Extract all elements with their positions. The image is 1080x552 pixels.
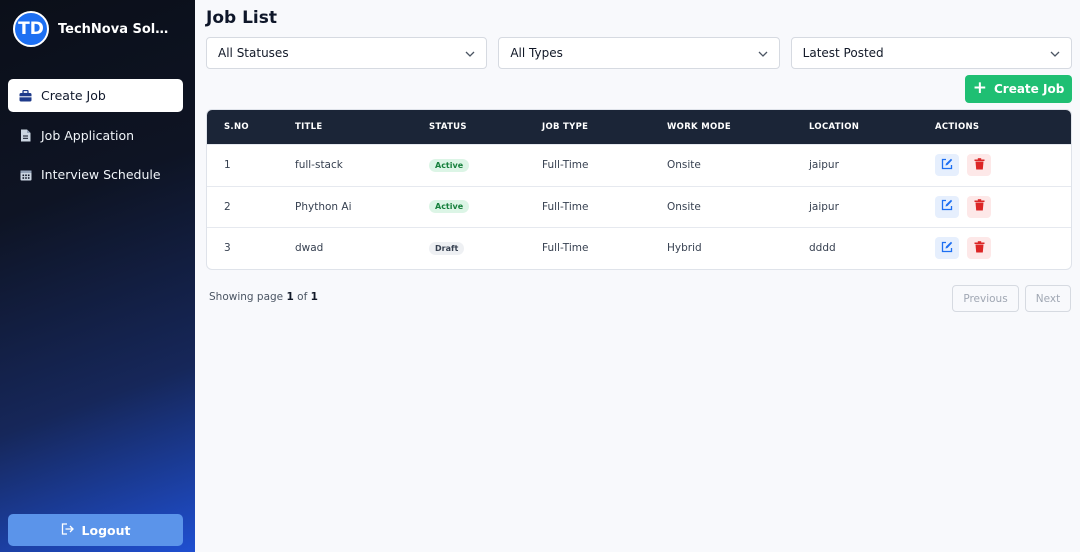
table-row: 2 Phython Ai Active Full-Time Onsite jai… <box>207 185 1071 228</box>
edit-button[interactable] <box>935 237 959 260</box>
col-header-location: LOCATION <box>809 122 860 132</box>
brand-logo: TD <box>13 11 49 47</box>
sidebar-item-job-application[interactable]: Job Application <box>8 119 183 152</box>
plus-icon: + <box>972 78 987 98</box>
type-filter-select[interactable]: All Types <box>498 37 780 69</box>
pagination-current: 1 <box>286 291 294 303</box>
status-badge: Active <box>429 158 470 172</box>
type-filter-value: All Types <box>510 46 563 60</box>
cell-title: full-stack <box>295 159 343 172</box>
cell-actions <box>935 154 1071 177</box>
create-job-label: Create Job <box>993 82 1065 96</box>
cell-sno: 3 <box>224 242 231 255</box>
cell-job-type: Full-Time <box>542 200 589 213</box>
pagination-total: 1 <box>310 291 318 303</box>
col-header-job-type: JOB TYPE <box>542 122 589 132</box>
calendar-icon <box>19 168 32 181</box>
sidebar-item-label: Create Job <box>41 88 106 103</box>
pagination-prefix: Showing page <box>209 291 284 303</box>
cell-actions <box>935 195 1071 218</box>
edit-button[interactable] <box>935 195 959 218</box>
cell-status: Draft <box>429 241 542 255</box>
table-header: S.NO TITLE STATUS JOB TYPE WORK MODE LOC… <box>207 110 1071 144</box>
col-header-sno: S.NO <box>224 122 249 132</box>
edit-icon <box>941 241 953 256</box>
sort-value: Latest Posted <box>802 46 884 60</box>
filter-bar: All Statuses All Types Latest Posted <box>206 37 1072 69</box>
cell-job-type: Full-Time <box>542 242 589 255</box>
status-filter-select[interactable]: All Statuses <box>206 37 488 69</box>
table-row: 1 full-stack Active Full-Time Onsite jai… <box>207 144 1071 186</box>
sidebar-nav: Create Job Job Application Interview Sch… <box>8 79 183 198</box>
document-icon <box>19 129 32 142</box>
delete-button[interactable] <box>967 154 991 177</box>
brand[interactable]: TD TechNova Solutions <box>13 11 176 47</box>
status-badge: Draft <box>429 241 465 255</box>
trash-icon <box>974 240 985 256</box>
brand-name: TechNova Solutions <box>58 21 176 37</box>
cell-job-type: Full-Time <box>542 159 589 172</box>
page-title: Job List <box>206 8 277 28</box>
chevron-down-icon <box>1050 46 1060 60</box>
col-header-actions: ACTIONS <box>935 122 980 132</box>
logout-icon <box>61 522 74 538</box>
pagination-controls: Previous Next <box>952 285 1071 312</box>
sidebar: TD TechNova Solutions Create Job Job App… <box>0 0 195 552</box>
cell-work-mode: Onsite <box>667 159 701 172</box>
cell-sno: 1 <box>224 159 231 172</box>
col-header-status: STATUS <box>429 122 467 132</box>
cell-location: jaipur <box>809 200 839 213</box>
previous-page-button[interactable]: Previous <box>952 285 1019 312</box>
cell-work-mode: Onsite <box>667 200 701 213</box>
cell-status: Active <box>429 200 542 214</box>
pagination-of: of <box>297 291 308 303</box>
trash-icon <box>974 157 985 173</box>
cell-actions <box>935 237 1071 260</box>
col-header-title: TITLE <box>295 122 323 132</box>
sidebar-item-label: Job Application <box>41 127 135 143</box>
briefcase-icon <box>19 89 32 102</box>
main-content: Job List All Statuses All Types Latest P… <box>195 0 1080 552</box>
cell-title: dwad <box>295 242 324 255</box>
cell-location: jaipur <box>809 159 839 172</box>
sidebar-item-interview-schedule[interactable]: Interview Schedule <box>8 158 183 191</box>
chevron-down-icon <box>758 46 768 60</box>
next-page-button[interactable]: Next <box>1025 285 1071 312</box>
cell-work-mode: Hybrid <box>667 242 702 255</box>
job-table: S.NO TITLE STATUS JOB TYPE WORK MODE LOC… <box>206 109 1072 270</box>
pagination-status: Showing page 1 of 1 <box>209 291 318 303</box>
create-job-button[interactable]: + Create Job <box>965 75 1072 103</box>
sidebar-item-label: Interview Schedule <box>41 167 161 182</box>
sort-select[interactable]: Latest Posted <box>790 37 1072 69</box>
sidebar-item-create-job[interactable]: Create Job <box>8 79 183 112</box>
table-row: 3 dwad Draft Full-Time Hybrid dddd <box>207 227 1071 269</box>
delete-button[interactable] <box>967 195 991 218</box>
chevron-down-icon <box>465 46 475 60</box>
delete-button[interactable] <box>967 237 991 260</box>
trash-icon <box>974 199 985 214</box>
cell-sno: 2 <box>224 200 231 213</box>
logout-label: Logout <box>81 522 131 538</box>
edit-icon <box>941 199 953 214</box>
status-filter-value: All Statuses <box>218 46 289 60</box>
cell-location: dddd <box>809 242 836 255</box>
cell-status: Active <box>429 158 542 172</box>
logout-button[interactable]: Logout <box>8 514 183 546</box>
cell-title: Phython Ai <box>295 200 352 213</box>
status-badge: Active <box>429 200 470 214</box>
edit-icon <box>941 158 953 173</box>
col-header-work-mode: WORK MODE <box>667 122 731 132</box>
edit-button[interactable] <box>935 154 959 177</box>
